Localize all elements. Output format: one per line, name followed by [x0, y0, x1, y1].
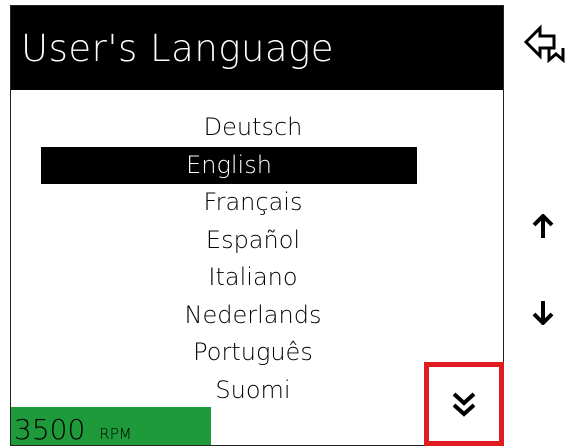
double-chevron-down-icon: [452, 392, 476, 417]
language-item-italiano[interactable]: Italiano: [11, 259, 495, 297]
language-label: Português: [193, 338, 313, 366]
language-item-nederlands[interactable]: Nederlands: [11, 297, 495, 335]
arrow-down-icon: [532, 301, 554, 325]
language-label: Français: [203, 188, 303, 216]
arrow-up-icon: [532, 214, 554, 238]
scroll-up-button[interactable]: [526, 207, 560, 247]
back-button[interactable]: [522, 22, 566, 66]
language-label: Deutsch: [203, 113, 303, 141]
rpm-status-badge: 3500 RPM: [11, 407, 211, 445]
rpm-value: 3500: [14, 413, 86, 445]
language-label: English: [186, 150, 272, 179]
language-label: Suomi: [215, 375, 291, 404]
scroll-down-button[interactable]: [526, 292, 560, 332]
language-item-portugues[interactable]: Português: [11, 334, 495, 372]
page-down-button[interactable]: [424, 362, 504, 446]
language-item-espanol[interactable]: Español: [11, 222, 495, 260]
language-label: Nederlands: [184, 300, 322, 329]
language-item-deutsch[interactable]: Deutsch: [11, 109, 495, 147]
language-item-francais[interactable]: Français: [11, 184, 495, 222]
language-item-english[interactable]: English: [41, 146, 417, 184]
rpm-unit: RPM: [99, 425, 132, 443]
page-title: User's Language: [11, 6, 503, 90]
language-label: Español: [205, 225, 301, 254]
language-label: Italiano: [208, 263, 298, 291]
back-arrow-icon: [523, 24, 565, 64]
language-item-suomi[interactable]: Suomi: [11, 372, 495, 410]
